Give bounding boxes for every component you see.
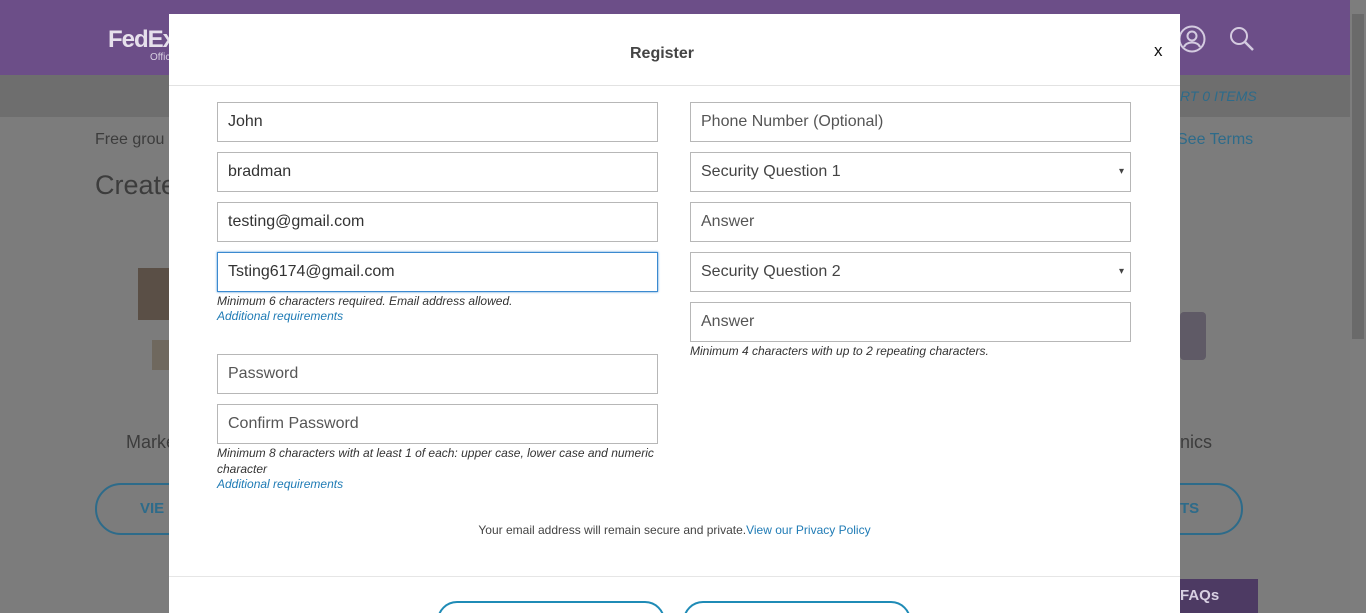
user-id-hint: Minimum 6 characters required. Email add… xyxy=(217,294,513,308)
category-label: nics xyxy=(1180,432,1213,452)
security-question-2-select[interactable]: Security Question 2 ▾ xyxy=(690,252,1131,292)
answer-hint: Minimum 4 characters with up to 2 repeat… xyxy=(690,344,989,358)
see-terms-link[interactable]: See Terms xyxy=(1177,131,1253,149)
phone-input[interactable] xyxy=(690,102,1131,142)
page-heading: Create xyxy=(95,170,177,200)
privacy-policy-link[interactable]: View our Privacy Policy xyxy=(746,523,871,537)
security-question-2-label: Security Question 2 xyxy=(701,263,841,280)
confirm-password-input[interactable] xyxy=(217,404,658,444)
modal-title: Register xyxy=(629,45,695,62)
chevron-down-icon: ▾ xyxy=(1118,266,1124,277)
register-button[interactable] xyxy=(683,601,911,613)
scrollbar-thumb[interactable] xyxy=(1352,14,1364,339)
modal-header: Register x xyxy=(169,14,1180,86)
shop-button-label: TS xyxy=(1180,500,1200,517)
security-question-1-select[interactable]: Security Question 1 ▾ xyxy=(690,152,1131,192)
close-button[interactable]: x xyxy=(1154,41,1163,61)
answer-2-input[interactable] xyxy=(690,302,1131,342)
user-id-input[interactable] xyxy=(217,252,658,292)
cancel-button[interactable] xyxy=(437,601,665,613)
product-image xyxy=(1180,312,1206,360)
last-name-input[interactable] xyxy=(217,152,658,192)
product-image xyxy=(138,268,172,320)
user-id-requirements-link[interactable]: Additional requirements xyxy=(217,309,343,323)
modal-divider xyxy=(169,576,1180,577)
security-question-1-label: Security Question 1 xyxy=(701,163,841,180)
first-name-input[interactable] xyxy=(217,102,658,142)
privacy-note: Your email address will remain secure an… xyxy=(169,523,1180,537)
user-icon[interactable] xyxy=(1177,24,1207,54)
email-input[interactable] xyxy=(217,202,658,242)
cart-link[interactable]: RT 0 ITEMS xyxy=(1180,88,1257,104)
fedex-logo: FedEx xyxy=(108,26,176,53)
promo-text: Free grou xyxy=(95,131,165,148)
password-requirements-link[interactable]: Additional requirements xyxy=(217,477,343,491)
faqs-button[interactable]: FAQs xyxy=(1180,579,1258,613)
privacy-text: Your email address will remain secure an… xyxy=(478,523,747,537)
password-input[interactable] xyxy=(217,354,658,394)
password-hint: Minimum 8 characters with at least 1 of … xyxy=(217,446,654,476)
answer-1-input[interactable] xyxy=(690,202,1131,242)
chevron-down-icon: ▾ xyxy=(1118,166,1124,177)
search-icon[interactable] xyxy=(1227,24,1257,54)
register-modal: Register x Minimum 6 characters required… xyxy=(169,14,1180,613)
view-button-label: VIE xyxy=(140,500,165,517)
